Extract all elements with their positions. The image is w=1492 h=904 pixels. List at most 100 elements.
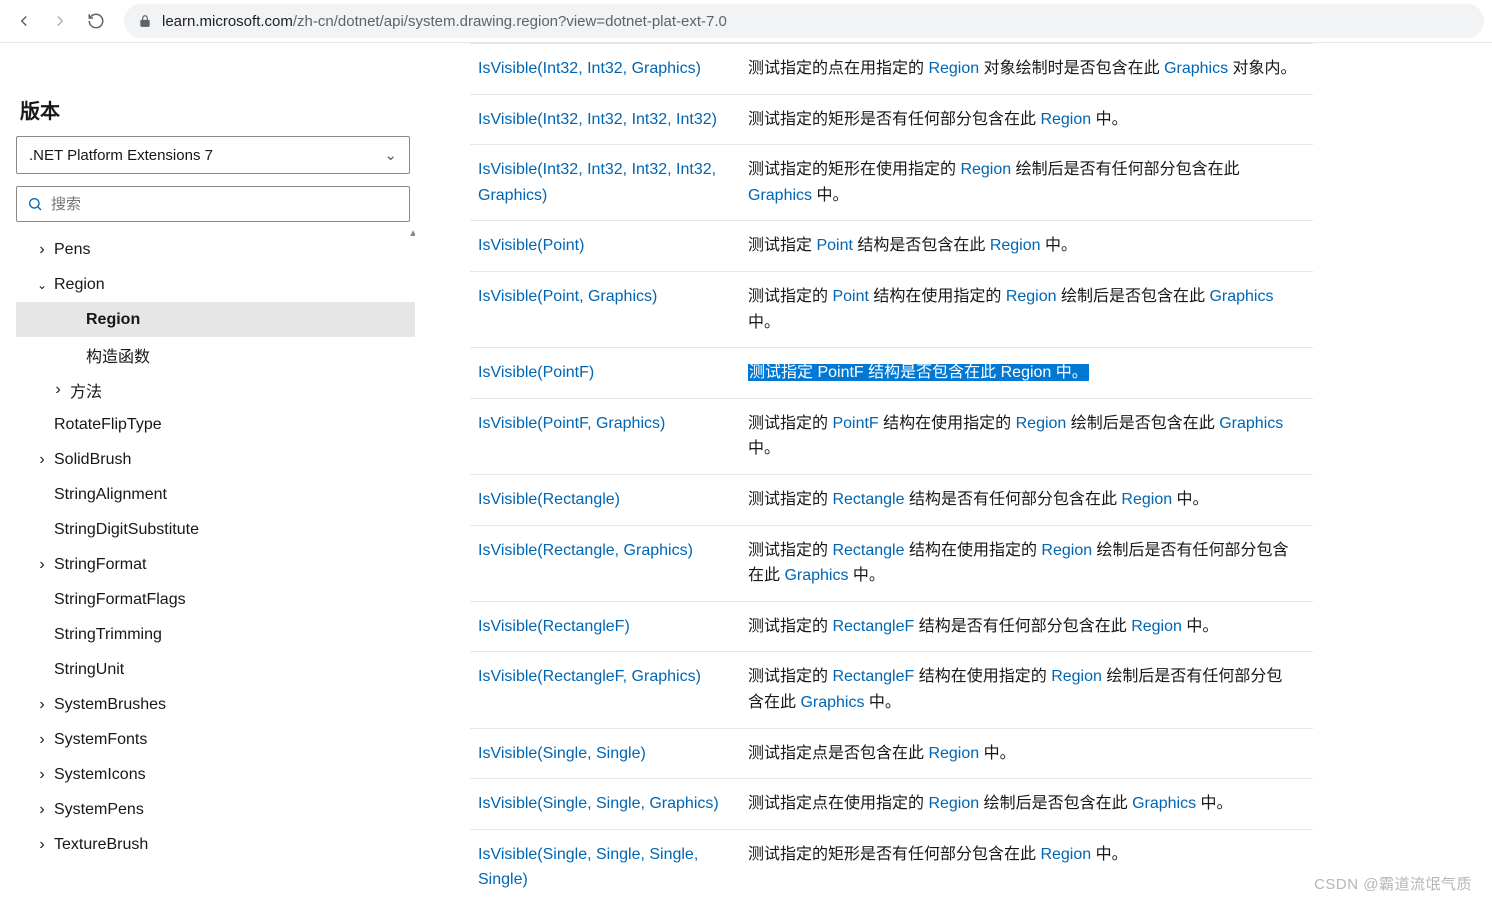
reload-button[interactable] (80, 5, 112, 37)
type-link[interactable]: Region (1001, 364, 1052, 381)
method-signature-cell: IsVisible(PointF, Graphics) (470, 398, 740, 474)
nav-tree: ›Pens⌄Region›Region›构造函数›方法›RotateFlipTy… (16, 232, 415, 862)
table-row: IsVisible(Single, Single, Graphics)测试指定点… (470, 779, 1313, 830)
nav-item-systemfonts[interactable]: ›SystemFonts (16, 722, 415, 757)
type-link[interactable]: Graphics (1209, 288, 1273, 305)
method-link[interactable]: IsVisible(PointF, Graphics) (478, 415, 665, 432)
method-link[interactable]: IsVisible(Single, Single) (478, 745, 646, 762)
nav-item-region[interactable]: ›Region (16, 302, 415, 337)
nav-item-label: Region (86, 311, 140, 329)
scroll-up-icon[interactable]: ▲ (408, 228, 415, 239)
type-link[interactable]: Region (1040, 846, 1091, 863)
type-link[interactable]: Region (1006, 288, 1057, 305)
nav-item-stringformat[interactable]: ›StringFormat (16, 547, 415, 582)
method-link[interactable]: IsVisible(PointF) (478, 364, 594, 381)
nav-item-label: SolidBrush (54, 451, 131, 469)
type-link[interactable]: Region (990, 237, 1041, 254)
type-link[interactable]: Region (1121, 491, 1172, 508)
type-link[interactable]: Graphics (748, 187, 812, 204)
nav-item-label: SystemBrushes (54, 696, 166, 714)
method-description-cell: 测试指定的 RectangleF 结构在使用指定的 Region 绘制后是否有任… (740, 652, 1313, 728)
chevron-right-icon: › (36, 766, 48, 784)
method-description-cell: 测试指定的点在用指定的 Region 对象绘制时是否包含在此 Graphics … (740, 44, 1313, 95)
chevron-right-icon: › (52, 381, 64, 399)
type-link[interactable]: Rectangle (832, 491, 904, 508)
method-description-cell: 测试指定的矩形在使用指定的 Region 绘制后是否有任何部分包含在此 Grap… (740, 145, 1313, 221)
type-link[interactable]: Region (928, 60, 979, 77)
method-link[interactable]: IsVisible(Rectangle) (478, 491, 620, 508)
method-signature-cell: IsVisible(Int32, Int32, Int32, Int32) (470, 94, 740, 145)
type-link[interactable]: Graphics (784, 567, 848, 584)
method-description-cell: 测试指定的 RectangleF 结构是否有任何部分包含在此 Region 中。 (740, 601, 1313, 652)
type-link[interactable]: Region (928, 795, 979, 812)
nav-item-rotatefliptype[interactable]: ›RotateFlipType (16, 407, 415, 442)
table-row: IsVisible(Int32, Int32, Int32, Int32, Gr… (470, 145, 1313, 221)
chevron-right-icon: › (36, 241, 48, 259)
method-signature-cell: IsVisible(Int32, Int32, Graphics) (470, 44, 740, 95)
type-link[interactable]: Rectangle (832, 542, 904, 559)
type-link[interactable]: Region (928, 745, 979, 762)
method-description-cell: 测试指定的 Rectangle 结构是否有任何部分包含在此 Region 中。 (740, 474, 1313, 525)
chevron-down-icon: ⌄ (384, 146, 397, 164)
method-link[interactable]: IsVisible(Rectangle, Graphics) (478, 542, 693, 559)
table-row: IsVisible(RectangleF, Graphics) 测试指定的 Rec… (470, 652, 1313, 728)
type-link[interactable]: Graphics (1219, 415, 1283, 432)
type-link[interactable]: Graphics (1132, 795, 1196, 812)
type-link[interactable]: Point (816, 237, 852, 254)
nav-item-构造函数[interactable]: ›构造函数 (16, 337, 415, 372)
forward-button[interactable] (44, 5, 76, 37)
type-link[interactable]: Graphics (800, 694, 864, 711)
method-link[interactable]: IsVisible(Int32, Int32, Int32, Int32, Gr… (478, 161, 716, 204)
search-box[interactable] (16, 186, 410, 222)
nav-item-systempens[interactable]: ›SystemPens (16, 792, 415, 827)
nav-item-label: TextureBrush (54, 836, 148, 854)
method-signature-cell: IsVisible(RectangleF, Graphics) (470, 652, 740, 728)
method-signature-cell: IsVisible(Point) (470, 221, 740, 272)
nav-item-systemicons[interactable]: ›SystemIcons (16, 757, 415, 792)
method-link[interactable]: IsVisible(RectangleF, Graphics) (478, 668, 701, 685)
nav-item-pens[interactable]: ›Pens (16, 232, 415, 267)
table-row: IsVisible(Rectangle, Graphics)测试指定的 Rect… (470, 525, 1313, 601)
address-bar[interactable]: learn.microsoft.com/zh-cn/dotnet/api/sys… (124, 4, 1484, 38)
type-link[interactable]: Region (1040, 111, 1091, 128)
method-link[interactable]: IsVisible(Point, Graphics) (478, 288, 657, 305)
nav-item-solidbrush[interactable]: ›SolidBrush (16, 442, 415, 477)
nav-item-label: StringTrimming (54, 626, 162, 644)
version-dropdown[interactable]: .NET Platform Extensions 7 ⌄ (16, 136, 410, 174)
method-description-cell: 测试指定的 PointF 结构在使用指定的 Region 绘制后是否包含在此 G… (740, 398, 1313, 474)
method-link[interactable]: IsVisible(Int32, Int32, Int32, Int32) (478, 111, 717, 128)
type-link[interactable]: PointF (817, 364, 863, 381)
nav-item-texturebrush[interactable]: ›TextureBrush (16, 827, 415, 862)
method-description-cell: 测试指定 Point 结构是否包含在此 Region 中。 (740, 221, 1313, 272)
nav-item-stringformatflags[interactable]: ›StringFormatFlags (16, 582, 415, 617)
nav-item-label: StringFormat (54, 556, 146, 574)
type-link[interactable]: Region (1131, 618, 1182, 635)
nav-item-systembrushes[interactable]: ›SystemBrushes (16, 687, 415, 722)
type-link[interactable]: Region (960, 161, 1011, 178)
nav-item-stringdigitsubstitute[interactable]: ›StringDigitSubstitute (16, 512, 415, 547)
nav-item-stringalignment[interactable]: ›StringAlignment (16, 477, 415, 512)
nav-item-stringunit[interactable]: ›StringUnit (16, 652, 415, 687)
back-button[interactable] (8, 5, 40, 37)
method-link[interactable]: IsVisible(Point) (478, 237, 584, 254)
type-link[interactable]: RectangleF (832, 618, 914, 635)
method-link[interactable]: IsVisible(RectangleF) (478, 618, 630, 635)
type-link[interactable]: Point (832, 288, 868, 305)
type-link[interactable]: Region (1016, 415, 1067, 432)
method-link[interactable]: IsVisible(Single, Single, Single, Single… (478, 846, 698, 889)
type-link[interactable]: Graphics (1164, 60, 1228, 77)
type-link[interactable]: RectangleF (832, 668, 914, 685)
method-description-cell: 测试指定的 Point 结构在使用指定的 Region 绘制后是否包含在此 Gr… (740, 271, 1313, 347)
nav-item-label: StringUnit (54, 661, 124, 679)
method-link[interactable]: IsVisible(Int32, Int32, Graphics) (478, 60, 701, 77)
type-link[interactable]: Region (1051, 668, 1102, 685)
method-link[interactable]: IsVisible(Single, Single, Graphics) (478, 795, 719, 812)
api-table: IsVisible(Int32, Int32, Graphics) 测试指定的点在… (470, 43, 1313, 904)
nav-item-region[interactable]: ⌄Region (16, 267, 415, 302)
type-link[interactable]: PointF (832, 415, 878, 432)
search-input[interactable] (51, 196, 399, 213)
table-row: IsVisible(Point) 测试指定 Point 结构是否包含在此 Regi… (470, 221, 1313, 272)
nav-item-方法[interactable]: ›方法 (16, 372, 415, 407)
type-link[interactable]: Region (1041, 542, 1092, 559)
nav-item-stringtrimming[interactable]: ›StringTrimming (16, 617, 415, 652)
